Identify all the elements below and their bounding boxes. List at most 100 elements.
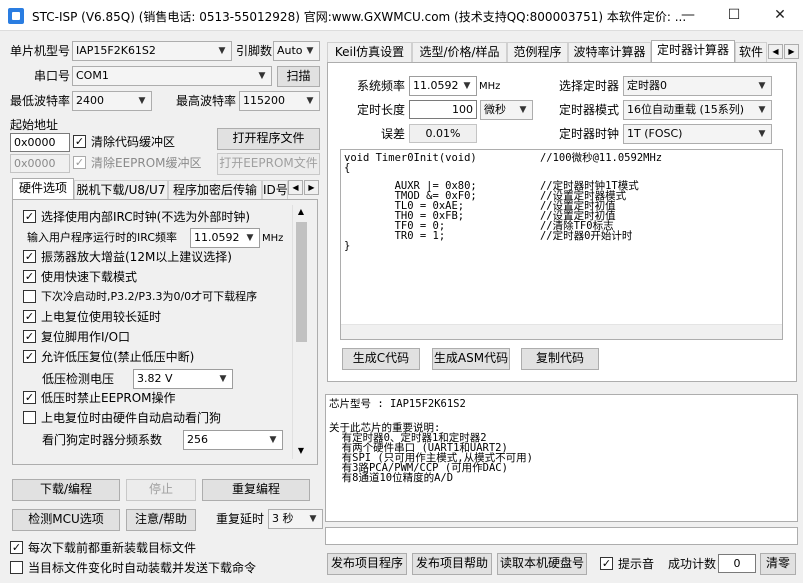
read-disk-number-button[interactable]: 读取本机硬盘号 bbox=[497, 553, 587, 575]
clear-eeprom-buffer-checkbox[interactable]: ✓ 清除EEPROM缓冲区 bbox=[73, 155, 213, 171]
option-fast-download-checkbox[interactable]: ✓ 使用快速下载模式 bbox=[23, 269, 283, 285]
check-icon: ✓ bbox=[23, 350, 36, 363]
stop-button[interactable]: 停止 bbox=[126, 479, 196, 501]
tab-selection-price[interactable]: 选型/价格/样品 bbox=[412, 42, 507, 62]
timer-select-value: 定时器0 bbox=[627, 79, 667, 92]
option-low-voltage-reset-checkbox[interactable]: ✓ 允许低压复位(禁止低压中断) bbox=[23, 349, 283, 365]
chevron-down-icon: ▼ bbox=[463, 81, 471, 91]
check-icon: ✓ bbox=[23, 310, 36, 323]
timer-mode-select[interactable]: 16位自动重载 (15系列) ▼ bbox=[623, 100, 772, 120]
chevron-left-icon[interactable]: ◀ bbox=[288, 180, 303, 195]
mcu-type-select[interactable]: IAP15F2K61S2 ▼ bbox=[72, 41, 232, 61]
timer-clock-label: 定时器时钟 bbox=[559, 127, 620, 141]
scroll-down-icon[interactable]: ▼ bbox=[295, 446, 307, 456]
repeat-program-button[interactable]: 重复编程 bbox=[202, 479, 310, 501]
sound-checkbox[interactable]: ✓ 提示音 bbox=[600, 556, 660, 572]
option-internal-irc-checkbox[interactable]: ✓ 选择使用内部IRC时钟(不选为外部时钟) bbox=[23, 209, 283, 225]
maximize-button[interactable]: ☐ bbox=[711, 0, 757, 31]
check-icon bbox=[23, 411, 36, 424]
pin-count-select[interactable]: Auto ▼ bbox=[273, 41, 320, 61]
reload-before-download-checkbox[interactable]: ✓ 每次下载前都重新装载目标文件 bbox=[10, 540, 310, 556]
timer-clock-value: 1T (FOSC) bbox=[627, 127, 683, 140]
port-select[interactable]: COM1 ▼ bbox=[72, 66, 272, 86]
title-bar: STC-ISP (V6.85Q) (销售电话: 0513-55012928) 官… bbox=[0, 0, 803, 31]
close-button[interactable]: ✕ bbox=[757, 0, 803, 31]
scan-button[interactable]: 扫描 bbox=[277, 66, 320, 87]
copy-code-button[interactable]: 复制代码 bbox=[521, 348, 599, 370]
timer-mode-value: 16位自动重载 (15系列) bbox=[627, 103, 745, 116]
option-auto-watchdog-checkbox[interactable]: 上电复位时由硬件自动启动看门狗 bbox=[23, 410, 283, 426]
option-lv-eeprom-checkbox[interactable]: ✓ 低压时禁止EEPROM操作 bbox=[23, 390, 283, 406]
clear-eeprom-buffer-label: 清除EEPROM缓冲区 bbox=[91, 156, 202, 170]
minimize-button[interactable]: — bbox=[665, 0, 711, 31]
open-program-file-button[interactable]: 打开程序文件 bbox=[217, 128, 320, 150]
info-line: 有8通道10位精度的A/D bbox=[329, 472, 454, 484]
publish-project-button[interactable]: 发布项目程序 bbox=[327, 553, 407, 575]
timer-length-input[interactable]: 100 bbox=[409, 100, 477, 119]
option-oscillator-gain-checkbox[interactable]: ✓ 振荡器放大增益(12M以上建议选择) bbox=[23, 249, 283, 265]
chevron-down-icon: ▼ bbox=[138, 96, 146, 106]
check-mcu-options-button[interactable]: 检测MCU选项 bbox=[12, 509, 120, 531]
tab-encrypted-transfer[interactable]: 程序加密后传输 bbox=[168, 180, 262, 200]
open-eeprom-file-button[interactable]: 打开EEPROM文件 bbox=[217, 153, 320, 175]
chevron-right-icon[interactable]: ▶ bbox=[304, 180, 319, 195]
code-horizontal-scrollbar[interactable] bbox=[341, 324, 782, 339]
scrollbar-thumb[interactable] bbox=[296, 222, 307, 342]
option-label: 下次冷启动时,P3.2/P3.3为0/0才可下载程序 bbox=[41, 290, 258, 303]
download-program-button[interactable]: 下载/编程 bbox=[12, 479, 120, 501]
pin-count-value: Auto bbox=[277, 44, 303, 57]
irc-frequency-label: 输入用户程序运行时的IRC频率 bbox=[27, 231, 178, 244]
watchdog-prescaler-select[interactable]: 256 ▼ bbox=[183, 430, 283, 450]
generate-asm-code-button[interactable]: 生成ASM代码 bbox=[432, 348, 510, 370]
retry-delay-select[interactable]: 3 秒 ▼ bbox=[268, 509, 323, 529]
low-voltage-select[interactable]: 3.82 V ▼ bbox=[133, 369, 233, 389]
irc-frequency-value: 11.0592 bbox=[194, 231, 240, 244]
tab-offline-download[interactable]: 脱机下载/U8/U7 bbox=[74, 180, 168, 200]
min-baud-value: 2400 bbox=[76, 94, 104, 107]
tab-id[interactable]: ID号 bbox=[262, 180, 288, 200]
timer-unit-select[interactable]: 微秒 ▼ bbox=[480, 100, 533, 120]
irc-frequency-select[interactable]: 11.0592 ▼ bbox=[190, 228, 260, 248]
max-baud-select[interactable]: 115200 ▼ bbox=[239, 91, 320, 111]
option-long-reset-delay-checkbox[interactable]: ✓ 上电复位使用较长延时 bbox=[23, 309, 283, 325]
tab-examples[interactable]: 范例程序 bbox=[507, 42, 568, 62]
generated-code-area[interactable]: void Timer0Init(void) //100微秒@11.0592MHz… bbox=[340, 149, 783, 340]
options-scrollbar[interactable]: ▲ ▼ bbox=[292, 205, 309, 459]
reload-label: 每次下载前都重新装载目标文件 bbox=[28, 541, 197, 555]
tab-baud-calculator[interactable]: 波特率计算器 bbox=[568, 42, 651, 62]
code-line: { bbox=[344, 162, 351, 174]
check-icon: ✓ bbox=[600, 557, 613, 570]
clear-code-buffer-checkbox[interactable]: ✓ 清除代码缓冲区 bbox=[73, 134, 213, 150]
progress-bar bbox=[325, 527, 798, 545]
timer-select[interactable]: 定时器0 ▼ bbox=[623, 76, 772, 96]
option-reset-pin-io-checkbox[interactable]: ✓ 复位脚用作I/O口 bbox=[23, 329, 283, 345]
chevron-right-icon[interactable]: ▶ bbox=[784, 44, 799, 59]
eeprom-address-input[interactable]: 0x0000 bbox=[10, 154, 70, 173]
mcu-type-value: IAP15F2K61S2 bbox=[76, 44, 156, 57]
min-baud-select[interactable]: 2400 ▼ bbox=[72, 91, 152, 111]
chevron-down-icon: ▼ bbox=[258, 71, 266, 81]
error-value: 0.01% bbox=[409, 124, 477, 143]
chevron-down-icon: ▼ bbox=[309, 514, 317, 524]
system-frequency-select[interactable]: 11.0592 ▼ bbox=[409, 76, 477, 96]
help-button[interactable]: 注意/帮助 bbox=[126, 509, 196, 531]
timer-clock-select[interactable]: 1T (FOSC) ▼ bbox=[623, 124, 772, 144]
max-baud-value: 115200 bbox=[243, 94, 285, 107]
publish-help-button[interactable]: 发布项目帮助 bbox=[412, 553, 492, 575]
code-address-input[interactable]: 0x0000 bbox=[10, 133, 70, 152]
mcu-type-label: 单片机型号 bbox=[10, 44, 71, 58]
port-value: COM1 bbox=[76, 69, 109, 82]
tab-keil-debug[interactable]: Keil仿真设置 bbox=[327, 42, 412, 62]
generate-c-code-button[interactable]: 生成C代码 bbox=[342, 348, 420, 370]
tab-timer-calculator[interactable]: 定时器计算器 bbox=[651, 40, 735, 62]
tab-hardware-options[interactable]: 硬件选项 bbox=[12, 178, 74, 200]
chevron-left-icon[interactable]: ◀ bbox=[768, 44, 783, 59]
chip-info-area[interactable]: 芯片型号 : IAP15F2K61S2 关于此芯片的重要说明: 有定时器0、定时… bbox=[325, 394, 798, 522]
sound-label: 提示音 bbox=[618, 557, 655, 571]
scroll-up-icon[interactable]: ▲ bbox=[295, 207, 307, 217]
tab-software[interactable]: 软件 bbox=[735, 42, 767, 62]
clear-count-button[interactable]: 清零 bbox=[760, 553, 796, 575]
option-cold-start-checkbox[interactable]: 下次冷启动时,P3.2/P3.3为0/0才可下载程序 bbox=[23, 289, 283, 305]
check-icon: ✓ bbox=[23, 210, 36, 223]
auto-send-on-change-checkbox[interactable]: 当目标文件变化时自动装载并发送下载命令 bbox=[10, 560, 310, 576]
